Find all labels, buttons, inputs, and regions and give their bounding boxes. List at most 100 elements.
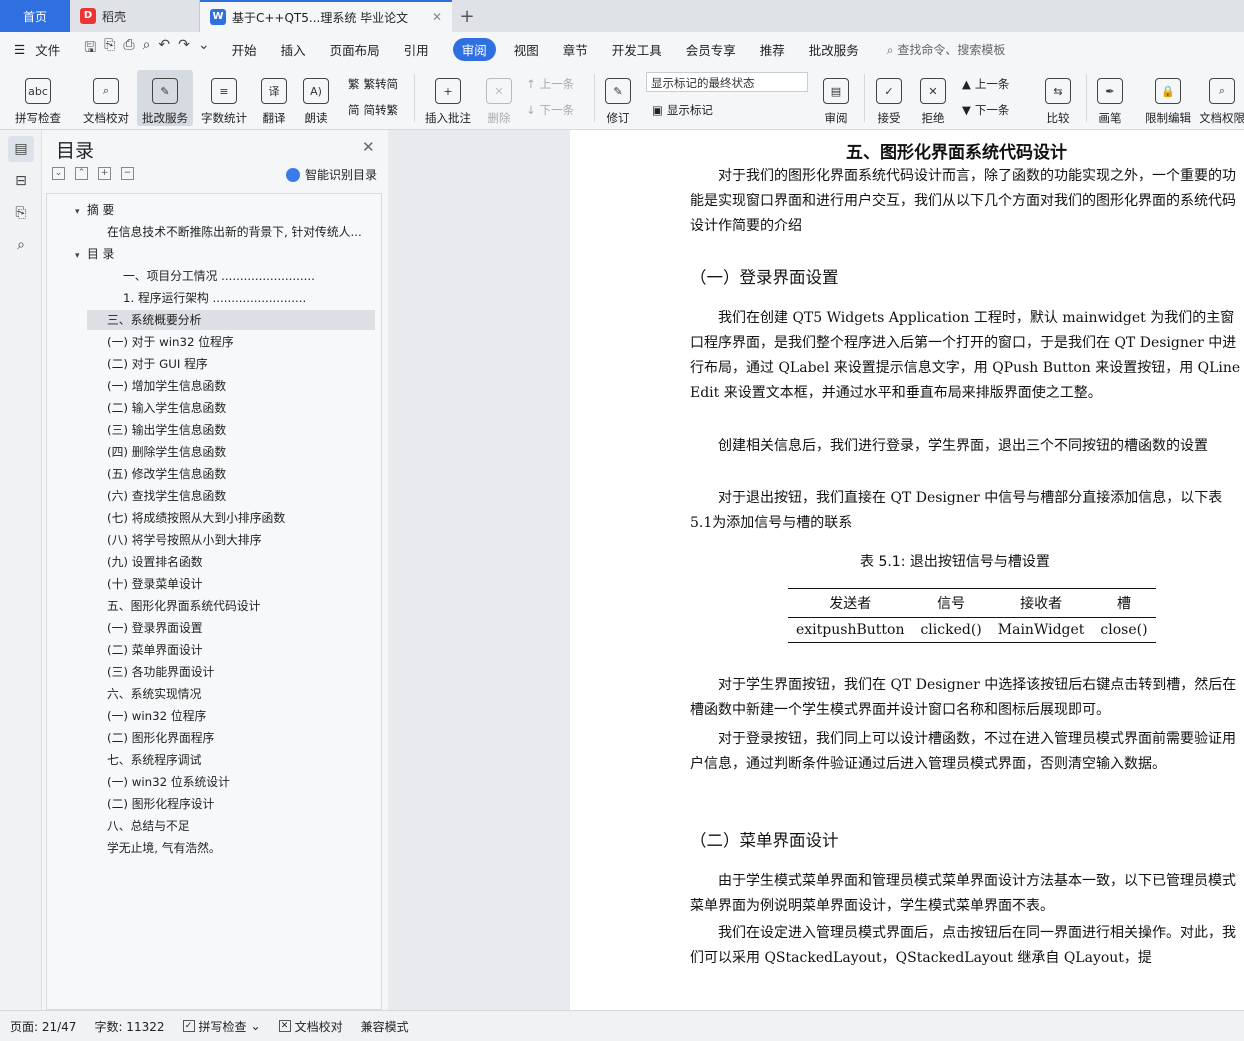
ink-button[interactable]: ✒ 画笔	[1094, 70, 1126, 126]
next-comment-button[interactable]: ↓ 下一条	[526, 102, 574, 118]
revise-button[interactable]: ✎ 修订	[600, 70, 636, 126]
word-count-button[interactable]: ≡ 字数统计	[198, 70, 250, 126]
toc-item[interactable]: (十) 登录菜单设计	[107, 574, 377, 594]
toc-item[interactable]: (一) 对于 win32 位程序	[107, 332, 377, 352]
menu-recommend[interactable]: 推荐	[760, 40, 785, 59]
chapter-icon[interactable]: ⊟	[8, 168, 34, 194]
undo-icon[interactable]: ↶	[158, 37, 170, 61]
menu-grading[interactable]: 批改服务	[809, 40, 859, 59]
toc-item[interactable]: 五、图形化界面系统代码设计	[107, 596, 377, 616]
insert-comment-button[interactable]: + 插入批注	[422, 70, 474, 126]
page-indicator[interactable]: 页面: 21/47	[10, 1018, 76, 1035]
new-tab-button[interactable]: +	[452, 0, 482, 32]
translate-button[interactable]: 译翻译	[256, 70, 292, 126]
toc-item[interactable]: 七、系统程序调试	[107, 750, 377, 770]
menu-view[interactable]: 视图	[514, 40, 539, 59]
remove-level-icon[interactable]: −	[121, 167, 134, 180]
save-icon[interactable]: 🖫	[84, 37, 96, 61]
menu-file[interactable]: 文件	[35, 40, 60, 59]
reject-button[interactable]: ✕ 拒绝	[914, 70, 952, 126]
next-change-button[interactable]: ▼ 下一条	[962, 102, 1009, 118]
chevron-down-icon[interactable]: ▾	[75, 202, 87, 220]
toc-item[interactable]: 在信息技术不断推陈出新的背景下, 针对传统人...	[107, 222, 377, 242]
review-pane-button[interactable]: ▤ 审阅	[816, 70, 856, 126]
delete-comment-button[interactable]: ✕ 删除	[481, 70, 517, 126]
menu-start[interactable]: 开始	[232, 40, 257, 59]
toc-item[interactable]: (九) 设置排名函数	[107, 552, 377, 572]
menu-member[interactable]: 会员专享	[686, 40, 736, 59]
bookmark-icon[interactable]: ⎘	[8, 200, 34, 226]
toc-icon[interactable]: ▤	[8, 136, 34, 162]
revise-icon: ✎	[605, 78, 631, 104]
spell-check-button[interactable]: abc 拼写检查	[10, 70, 66, 126]
menu-insert[interactable]: 插入	[281, 40, 306, 59]
search-icon[interactable]: ⌕	[8, 232, 34, 258]
grading-button[interactable]: ✎ 批改服务	[137, 70, 193, 126]
toc-item[interactable]: 1. 程序运行架构 .........................	[123, 288, 377, 308]
prev-comment-button[interactable]: ↑ 上一条	[526, 76, 574, 92]
doc-proof-button[interactable]: ⌕ 文档校对	[80, 70, 132, 126]
hamburger-icon[interactable]: ☰	[14, 42, 25, 57]
toc-item[interactable]: (三) 各功能界面设计	[107, 662, 377, 682]
menu-reference[interactable]: 引用	[404, 40, 429, 59]
toc-item[interactable]: 学无止境, 气有浩然。	[107, 838, 377, 858]
toc-item[interactable]: (八) 将学号按照从小到大排序	[107, 530, 377, 550]
prev-change-label: 上一条	[974, 77, 1010, 91]
toc-item[interactable]: (一) 登录界面设置	[107, 618, 377, 638]
markup-state-select[interactable]: 显示标记的最终状态	[646, 72, 808, 92]
chevron-down-icon[interactable]: ▾	[75, 246, 87, 264]
document-page[interactable]: 五、图形化界面系统代码设计 对于我们的图形化界面系统代码设计而言，除了函数的功能…	[570, 130, 1244, 1010]
toc-item[interactable]: (二) 输入学生信息函数	[107, 398, 377, 418]
collapse-icon[interactable]: ⌄	[52, 167, 65, 180]
toc-item[interactable]: 三、系统概要分析	[87, 310, 375, 330]
tab-document[interactable]: W 基于C++QT5...理系统 毕业论文 ✕	[200, 0, 452, 32]
status-spell-check[interactable]: ✓ 拼写检查 ⌄	[182, 1018, 261, 1035]
simp-to-trad-button[interactable]: 简简转繁	[348, 102, 398, 118]
toc-item[interactable]: (二) 菜单界面设计	[107, 640, 377, 660]
toc-item[interactable]: 六、系统实现情况	[107, 684, 377, 704]
tab-docer[interactable]: D 稻壳	[70, 0, 200, 32]
toc-item[interactable]: (二) 图形化程序设计	[107, 794, 377, 814]
menu-devtools[interactable]: 开发工具	[612, 40, 662, 59]
toc-item[interactable]: (一) 增加学生信息函数	[107, 376, 377, 396]
accept-button[interactable]: ✓ 接受	[870, 70, 908, 126]
status-proof[interactable]: ✕ 文档校对	[278, 1018, 343, 1035]
menu-chapter[interactable]: 章节	[563, 40, 588, 59]
toc-item[interactable]: (六) 查找学生信息函数	[107, 486, 377, 506]
close-icon[interactable]: ✕	[362, 138, 375, 156]
toc-item[interactable]: 八、总结与不足	[107, 816, 377, 836]
toc-item[interactable]: (二) 对于 GUI 程序	[107, 354, 377, 374]
toc-item[interactable]: (四) 删除学生信息函数	[107, 442, 377, 462]
word-count[interactable]: 字数: 11322	[94, 1018, 164, 1035]
toc-item[interactable]: (七) 将成绩按照从大到小排序函数	[107, 508, 377, 528]
trad-to-simp-button[interactable]: 繁繁转简	[348, 76, 398, 92]
export-icon[interactable]: ⎘	[104, 37, 115, 61]
compare-button[interactable]: ⇆ 比较	[1038, 70, 1078, 126]
show-markup-button[interactable]: ▣ 显示标记	[652, 102, 713, 118]
preview-icon[interactable]: ⌕	[143, 37, 151, 61]
toc-item[interactable]: ▾ 目 录	[75, 244, 377, 264]
menu-review[interactable]: 审阅	[452, 37, 496, 61]
print-icon[interactable]: ⎙	[123, 37, 134, 61]
expand-icon[interactable]: ⌃	[75, 167, 88, 180]
compat-mode: 兼容模式	[360, 1019, 409, 1034]
add-level-icon[interactable]: +	[98, 167, 111, 180]
read-aloud-button[interactable]: A) 朗读	[300, 70, 332, 126]
toc-item[interactable]: (一) win32 位程序	[107, 706, 377, 726]
toc-item[interactable]: (五) 修改学生信息函数	[107, 464, 377, 484]
prev-change-button[interactable]: ▲ 上一条	[962, 76, 1009, 92]
restrict-edit-button[interactable]: 🔒 限制编辑	[1140, 70, 1196, 126]
doc-permission-button[interactable]: ⌕ 文档权限	[1200, 70, 1244, 126]
command-search[interactable]: ⌕ 查找命令、搜索模板	[887, 41, 1006, 58]
menu-layout[interactable]: 页面布局	[330, 40, 380, 59]
toc-item[interactable]: (三) 输出学生信息函数	[107, 420, 377, 440]
chevron-down-icon[interactable]: ⌄	[198, 37, 210, 61]
toc-item[interactable]: (二) 图形化界面程序	[107, 728, 377, 748]
close-icon[interactable]: ✕	[432, 10, 442, 24]
tab-home[interactable]: 首页	[0, 0, 70, 32]
smart-toc-button[interactable]: 智能识别目录	[286, 166, 377, 183]
toc-item[interactable]: 一、项目分工情况 .........................	[123, 266, 377, 286]
toc-item[interactable]: ▾ 摘 要	[75, 200, 377, 220]
redo-icon[interactable]: ↷	[178, 37, 190, 61]
toc-item[interactable]: (一) win32 位系统设计	[107, 772, 377, 792]
